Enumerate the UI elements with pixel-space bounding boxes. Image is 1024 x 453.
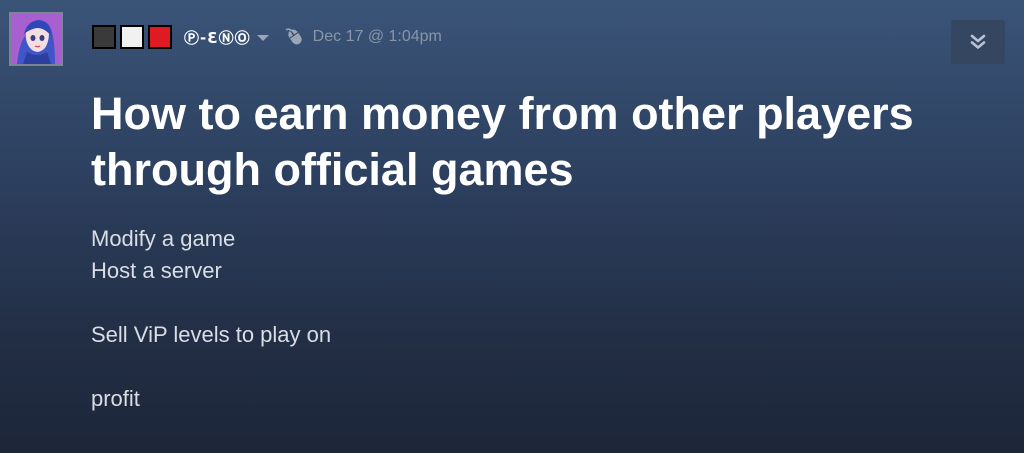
collapse-button[interactable] [951,20,1005,64]
body-line: Modify a game [91,226,236,251]
body-line: Host a server [91,258,222,283]
dark-square-badge [92,25,116,49]
post-header: Ⓟ-ƐⓃⓄ Dec 17 @ 1:04pm [92,24,442,50]
author-dropdown-icon[interactable] [256,35,269,41]
post-title: How to earn money from other players thr… [91,88,914,195]
avatar[interactable] [9,12,63,66]
white-square-badge [120,25,144,49]
body-line [91,287,331,319]
body-line: profit [91,386,140,411]
post-body: Modify a game Host a server Sell ViP lev… [91,223,331,415]
post-timestamp: Dec 17 @ 1:04pm [312,28,442,45]
red-square-badge [148,25,172,49]
anime-avatar-icon [11,14,61,64]
double-chevron-down-icon [970,34,986,49]
body-line: Sell ViP levels to play on [91,322,332,347]
mouse-icon [285,28,302,45]
forum-post: Ⓟ-ƐⓃⓄ Dec 17 @ 1:04pm How to earn money … [0,0,1024,453]
body-line [91,351,331,383]
author-name[interactable]: Ⓟ-ƐⓃⓄ [184,27,251,48]
